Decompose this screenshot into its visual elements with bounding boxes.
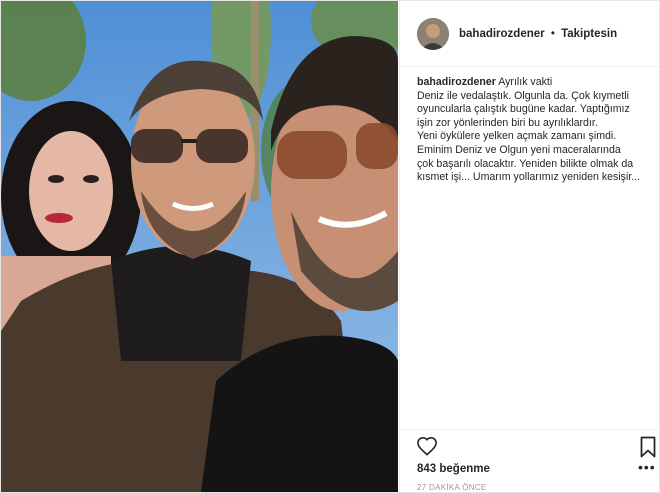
post-header: bahadirozdener • Takiptesin (400, 1, 659, 67)
caption-title: Ayrılık vakti (498, 76, 553, 88)
avatar[interactable] (417, 17, 449, 50)
caption-line: Eminim Deniz ve Olgun yeni maceralarında (417, 143, 621, 156)
header-text: bahadirozdener • Takiptesin (459, 28, 617, 40)
post-caption: bahadirozdener Ayrılık vakti Deniz ile v… (417, 76, 657, 185)
post-side-panel: bahadirozdener • Takiptesin bahadirozden… (399, 1, 660, 492)
caption-line: Yeni öykülere yelken açmak zamanı şimdi. (417, 130, 617, 143)
caption-line: oyuncularla çalıştık bugüne kadar. Yaptı… (417, 103, 630, 116)
more-options-icon[interactable]: ••• (638, 460, 658, 476)
caption-line: işin zor yönlerinden biri bu ayrılıklard… (417, 116, 598, 129)
follow-status-button[interactable]: Takiptesin (561, 28, 617, 40)
caption-line: çok başarılı olacaktır. Yeniden bilikte … (417, 157, 634, 170)
header-username[interactable]: bahadirozdener (459, 28, 545, 40)
bookmark-icon[interactable] (640, 436, 656, 458)
avatar-image (417, 17, 449, 50)
caption-line: Deniz ile vedalaştık. Olgunla da. Çok kı… (417, 89, 629, 102)
post-photo[interactable] (1, 1, 398, 492)
post-actions (400, 429, 660, 460)
caption-first-line: bahadirozdener Ayrılık vakti (417, 76, 657, 90)
heart-icon[interactable] (416, 436, 438, 456)
caption-line: kısmet işi... Umarım yollarımız yeniden … (417, 171, 641, 184)
instagram-post: bahadirozdener • Takiptesin bahadirozden… (0, 0, 660, 493)
header-separator: • (550, 27, 555, 40)
caption-username[interactable]: bahadirozdener (417, 76, 496, 88)
selfie-photo-image (1, 1, 398, 492)
post-timestamp: 27 DAKİKA ÖNCE (417, 483, 487, 492)
like-count[interactable]: 843 beğenme (417, 463, 490, 475)
